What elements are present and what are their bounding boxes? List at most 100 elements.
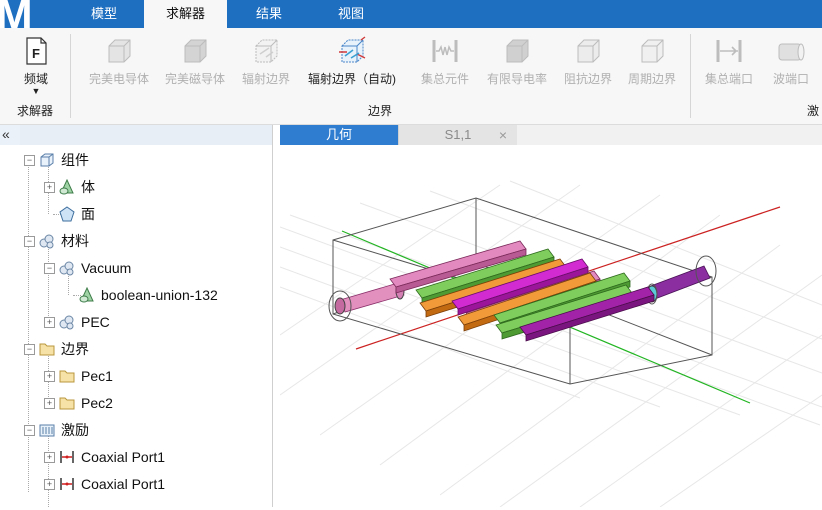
lumped-element-label: 集总元件 (420, 72, 469, 86)
lumped-port-button[interactable]: 集总端口 (700, 36, 758, 92)
collapse-toggle-icon[interactable]: − (24, 425, 35, 436)
collapse-toggle-icon[interactable]: − (24, 344, 35, 355)
svg-text:F: F (32, 46, 40, 61)
pmc-boundary-button[interactable]: 完美磁导体 (160, 36, 230, 92)
solver-group-label: 求解器 (17, 104, 54, 118)
wave-port-label: 波端口 (772, 72, 809, 86)
tree-selected-header (20, 125, 272, 145)
expand-toggle-icon[interactable]: + (44, 479, 55, 490)
tab-geometry[interactable]: 几何 (280, 125, 398, 145)
tab-view[interactable]: 视图 (311, 0, 391, 28)
component-icon (40, 153, 54, 167)
close-icon[interactable]: × (499, 125, 507, 145)
material-icon (59, 315, 74, 330)
tree-item-face[interactable]: 面 (42, 203, 262, 225)
impedance-box-icon (577, 39, 600, 63)
port-icon (60, 478, 74, 490)
tree-label: 边界 (61, 341, 89, 357)
tree-item-coaxial-port[interactable]: + Coaxial Port1 (42, 473, 262, 495)
finite-conductivity-button[interactable]: 有限导电率 (482, 36, 552, 92)
tree-label: boolean-union-132 (101, 287, 218, 303)
pmc-box-icon (184, 39, 207, 63)
ribbon: F 频域 ▼ 求解器 完美电导体 完美磁导体 辐射边界 辐射边界（自动) 集总元… (0, 28, 822, 125)
periodic-box-icon (641, 39, 664, 63)
tree-item-pec1[interactable]: + Pec1 (42, 365, 262, 387)
expand-toggle-icon[interactable]: + (44, 452, 55, 463)
tree-item-boundaries[interactable]: − 边界 (22, 338, 262, 360)
dropdown-arrow-icon[interactable]: ▼ (14, 87, 58, 96)
collapse-panel-icon[interactable]: « (2, 125, 10, 143)
tree-item-materials[interactable]: − 材料 (22, 230, 262, 252)
tree-label: Pec1 (81, 368, 113, 384)
tree-item-pec[interactable]: + PEC (42, 311, 262, 333)
radiation-boundary-label: 辐射边界 (241, 72, 290, 86)
tree-item-boolean-union[interactable]: boolean-union-132 (62, 284, 267, 306)
radiation-box-icon (255, 39, 278, 63)
menu-bar: M 模型 求解器 结果 视图 (0, 0, 822, 28)
logo-letter: M (0, 0, 33, 28)
tree-label: 组件 (61, 152, 89, 168)
tree-label: 激励 (61, 422, 89, 438)
tab-s11[interactable]: S1,1 × (398, 125, 517, 145)
finite-conductivity-box-icon (506, 39, 529, 63)
periodic-boundary-label: 周期边界 (627, 72, 676, 86)
tree-item-vacuum[interactable]: − Vacuum (42, 257, 262, 279)
radiation-boundary-auto-button[interactable]: 辐射边界（自动) (302, 36, 402, 92)
geometry-canvas[interactable] (279, 145, 822, 508)
folder-icon (59, 397, 75, 410)
collapse-toggle-icon[interactable]: − (24, 155, 35, 166)
material-icon (59, 261, 74, 276)
tab-model[interactable]: 模型 (64, 0, 144, 28)
solid-body-icon (79, 287, 94, 303)
tree-label: Coaxial Port1 (81, 476, 166, 492)
lumped-element-icon (432, 40, 458, 62)
expand-toggle-icon[interactable]: + (44, 317, 55, 328)
radiation-boundary-auto-label: 辐射边界（自动) (308, 72, 396, 86)
expand-toggle-icon[interactable]: + (44, 398, 55, 409)
wave-port-icon (778, 43, 805, 61)
folder-icon (59, 370, 75, 383)
tree-label: Coaxial Port1 (81, 449, 166, 465)
ground-grid (279, 180, 822, 508)
tree-item-component[interactable]: − 组件 (22, 149, 262, 171)
tree-label: Vacuum (81, 260, 132, 276)
filter-bars (389, 240, 655, 342)
pec-box-icon (108, 39, 131, 63)
collapse-toggle-icon[interactable]: − (24, 236, 35, 247)
material-icon (39, 234, 54, 249)
impedance-boundary-button[interactable]: 阻抗边界 (558, 36, 618, 92)
lumped-port-label: 集总端口 (704, 72, 753, 86)
tab-results[interactable]: 结果 (227, 0, 311, 28)
impedance-boundary-label: 阻抗边界 (563, 72, 612, 86)
tree-item-coaxial-port[interactable]: + Coaxial Port1 (42, 446, 262, 468)
tree-item-body[interactable]: + 体 (42, 176, 262, 198)
wave-port-button[interactable]: 波端口 (766, 36, 816, 92)
ribbon-divider (70, 34, 71, 118)
tree-label: 面 (81, 206, 95, 222)
solid-body-icon (59, 179, 74, 195)
tree-label: PEC (81, 314, 110, 330)
tree-item-pec2[interactable]: + Pec2 (42, 392, 262, 414)
frequency-domain-button[interactable]: F 频域 ▼ (14, 36, 58, 96)
tree-connector (28, 165, 29, 492)
view-tab-bar: 几何 S1,1 × (280, 125, 822, 145)
app-logo: M (0, 0, 58, 28)
finite-conductivity-label: 有限导电率 (486, 72, 547, 86)
collapse-toggle-icon[interactable]: − (44, 263, 55, 274)
tab-solver[interactable]: 求解器 (144, 0, 227, 28)
geometry-viewport[interactable] (279, 145, 822, 508)
periodic-boundary-button[interactable]: 周期边界 (622, 36, 682, 92)
lumped-element-button[interactable]: 集总元件 (414, 36, 476, 92)
pec-boundary-label: 完美电导体 (88, 72, 149, 86)
radiation-auto-box-icon (339, 36, 366, 63)
tab-s11-label: S1,1 (444, 127, 472, 142)
port-icon (60, 451, 74, 463)
tree-label: 体 (81, 179, 95, 195)
tree-label: Pec2 (81, 395, 113, 411)
expand-toggle-icon[interactable]: + (44, 182, 55, 193)
radiation-boundary-button[interactable]: 辐射边界 (236, 36, 296, 92)
pec-boundary-button[interactable]: 完美电导体 (84, 36, 154, 92)
expand-toggle-icon[interactable]: + (44, 371, 55, 382)
frequency-domain-label: 频域 (23, 72, 48, 86)
tree-item-excitations[interactable]: − 激励 (22, 419, 262, 441)
